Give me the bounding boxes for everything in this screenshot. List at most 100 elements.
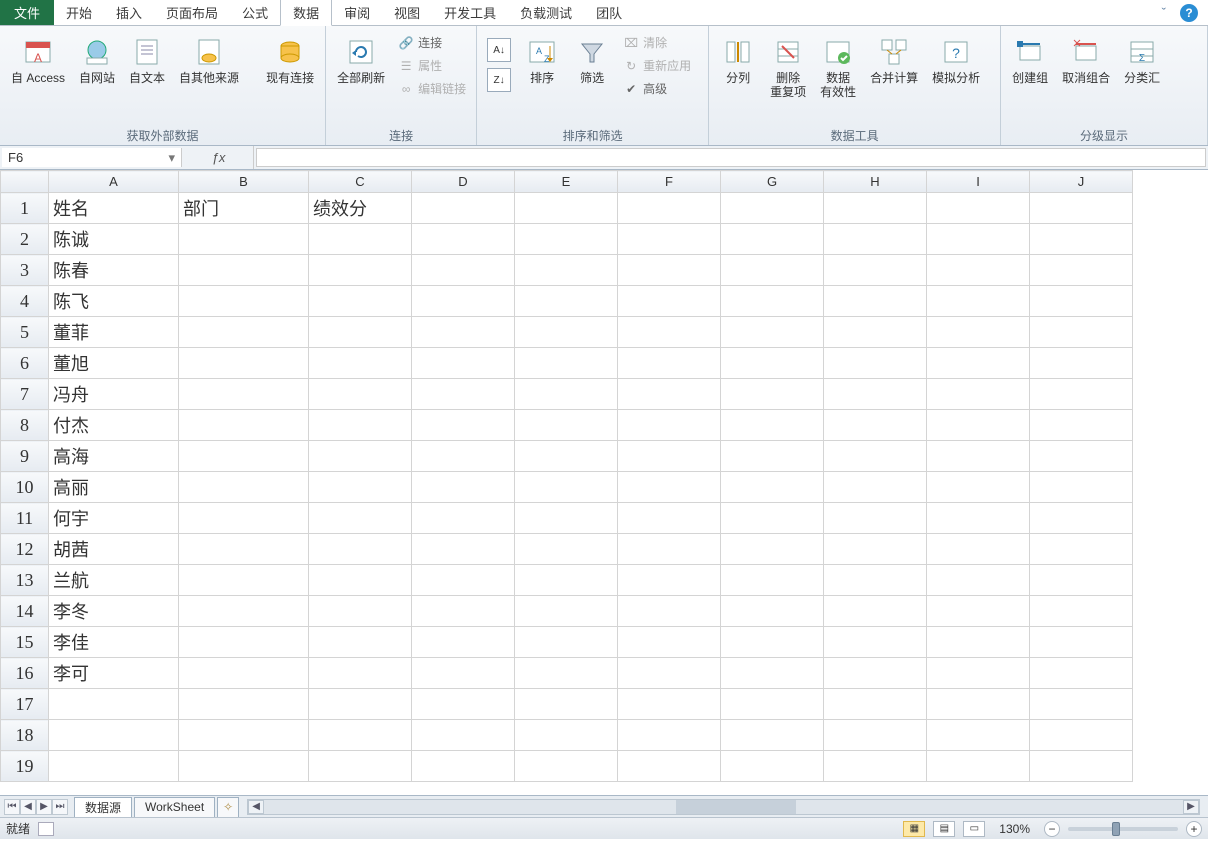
- btn-group[interactable]: 创建组: [1007, 30, 1053, 90]
- cell-F4[interactable]: [618, 286, 721, 317]
- cell-B10[interactable]: [179, 472, 309, 503]
- cell-I19[interactable]: [927, 751, 1030, 782]
- cell-G14[interactable]: [721, 596, 824, 627]
- row-header-17[interactable]: 17: [1, 689, 49, 720]
- row-header-7[interactable]: 7: [1, 379, 49, 410]
- cell-I10[interactable]: [927, 472, 1030, 503]
- cell-B9[interactable]: [179, 441, 309, 472]
- cell-H18[interactable]: [824, 720, 927, 751]
- btn-from-access[interactable]: A 自 Access: [6, 30, 70, 90]
- cell-G8[interactable]: [721, 410, 824, 441]
- cell-E1[interactable]: [515, 193, 618, 224]
- sheet-nav-last[interactable]: ⏭: [52, 799, 68, 815]
- cell-B16[interactable]: [179, 658, 309, 689]
- cell-D6[interactable]: [412, 348, 515, 379]
- cell-B18[interactable]: [179, 720, 309, 751]
- cell-J13[interactable]: [1030, 565, 1133, 596]
- cell-B17[interactable]: [179, 689, 309, 720]
- cell-E8[interactable]: [515, 410, 618, 441]
- cell-D12[interactable]: [412, 534, 515, 565]
- btn-clear-filter[interactable]: ⌧清除: [619, 32, 695, 53]
- cell-E7[interactable]: [515, 379, 618, 410]
- cell-G15[interactable]: [721, 627, 824, 658]
- sheet-nav-prev[interactable]: ◀: [20, 799, 36, 815]
- btn-whatif[interactable]: ? 模拟分析: [927, 30, 985, 90]
- row-header-5[interactable]: 5: [1, 317, 49, 348]
- btn-remove-dups[interactable]: 删除 重复项: [765, 30, 811, 104]
- btn-subtotal[interactable]: Σ 分类汇: [1119, 30, 1165, 90]
- cell-A5[interactable]: 董菲: [49, 317, 179, 348]
- row-header-9[interactable]: 9: [1, 441, 49, 472]
- cell-E16[interactable]: [515, 658, 618, 689]
- tab-home[interactable]: 开始: [54, 0, 104, 25]
- cell-G10[interactable]: [721, 472, 824, 503]
- chevron-down-icon[interactable]: ▾: [168, 150, 175, 166]
- cell-B1[interactable]: 部门: [179, 193, 309, 224]
- cell-A9[interactable]: 高海: [49, 441, 179, 472]
- cell-E14[interactable]: [515, 596, 618, 627]
- cell-H6[interactable]: [824, 348, 927, 379]
- tab-team[interactable]: 团队: [584, 0, 634, 25]
- cell-D7[interactable]: [412, 379, 515, 410]
- btn-consolidate[interactable]: 合并计算: [865, 30, 923, 90]
- formula-input[interactable]: [256, 148, 1206, 167]
- cell-C14[interactable]: [309, 596, 412, 627]
- tab-loadtest[interactable]: 负载测试: [508, 0, 584, 25]
- cell-I15[interactable]: [927, 627, 1030, 658]
- cell-G1[interactable]: [721, 193, 824, 224]
- cell-E17[interactable]: [515, 689, 618, 720]
- cell-B6[interactable]: [179, 348, 309, 379]
- cell-B11[interactable]: [179, 503, 309, 534]
- cell-I14[interactable]: [927, 596, 1030, 627]
- btn-sort[interactable]: AZ 排序: [519, 30, 565, 90]
- btn-text-to-columns[interactable]: 分列: [715, 30, 761, 90]
- row-header-15[interactable]: 15: [1, 627, 49, 658]
- cell-F12[interactable]: [618, 534, 721, 565]
- cell-I8[interactable]: [927, 410, 1030, 441]
- btn-connections[interactable]: 🔗连接: [394, 32, 470, 53]
- cell-G4[interactable]: [721, 286, 824, 317]
- btn-reapply[interactable]: ↻重新应用: [619, 55, 695, 76]
- cell-J2[interactable]: [1030, 224, 1133, 255]
- col-header-A[interactable]: A: [49, 171, 179, 193]
- cell-C9[interactable]: [309, 441, 412, 472]
- cell-A19[interactable]: [49, 751, 179, 782]
- cell-J15[interactable]: [1030, 627, 1133, 658]
- cell-J8[interactable]: [1030, 410, 1133, 441]
- cell-F11[interactable]: [618, 503, 721, 534]
- btn-edit-links[interactable]: ∞编辑链接: [394, 78, 470, 99]
- tab-pagelayout[interactable]: 页面布局: [154, 0, 230, 25]
- cell-F5[interactable]: [618, 317, 721, 348]
- cell-I16[interactable]: [927, 658, 1030, 689]
- cell-C11[interactable]: [309, 503, 412, 534]
- cell-A8[interactable]: 付杰: [49, 410, 179, 441]
- cell-H16[interactable]: [824, 658, 927, 689]
- sheet-tab-active[interactable]: 数据源: [74, 797, 132, 817]
- cell-E9[interactable]: [515, 441, 618, 472]
- cell-B13[interactable]: [179, 565, 309, 596]
- cell-C16[interactable]: [309, 658, 412, 689]
- spreadsheet-grid[interactable]: ABCDEFGHIJ1姓名部门绩效分2陈诚3陈春4陈飞5董菲6董旭7冯舟8付杰9…: [0, 170, 1208, 795]
- cell-G19[interactable]: [721, 751, 824, 782]
- row-header-10[interactable]: 10: [1, 472, 49, 503]
- cell-F14[interactable]: [618, 596, 721, 627]
- cell-A10[interactable]: 高丽: [49, 472, 179, 503]
- name-box[interactable]: F6 ▾: [2, 148, 182, 167]
- horizontal-scrollbar[interactable]: ◀ ▶: [247, 799, 1200, 815]
- view-page-layout[interactable]: ▤: [933, 821, 955, 837]
- cell-J6[interactable]: [1030, 348, 1133, 379]
- cell-I5[interactable]: [927, 317, 1030, 348]
- zoom-in[interactable]: +: [1186, 821, 1202, 837]
- cell-A12[interactable]: 胡茜: [49, 534, 179, 565]
- cell-D4[interactable]: [412, 286, 515, 317]
- select-all-corner[interactable]: [1, 171, 49, 193]
- view-page-break[interactable]: ▭: [963, 821, 985, 837]
- cell-E11[interactable]: [515, 503, 618, 534]
- cell-F7[interactable]: [618, 379, 721, 410]
- cell-A4[interactable]: 陈飞: [49, 286, 179, 317]
- cell-C3[interactable]: [309, 255, 412, 286]
- tab-insert[interactable]: 插入: [104, 0, 154, 25]
- cell-J7[interactable]: [1030, 379, 1133, 410]
- cell-D18[interactable]: [412, 720, 515, 751]
- cell-C8[interactable]: [309, 410, 412, 441]
